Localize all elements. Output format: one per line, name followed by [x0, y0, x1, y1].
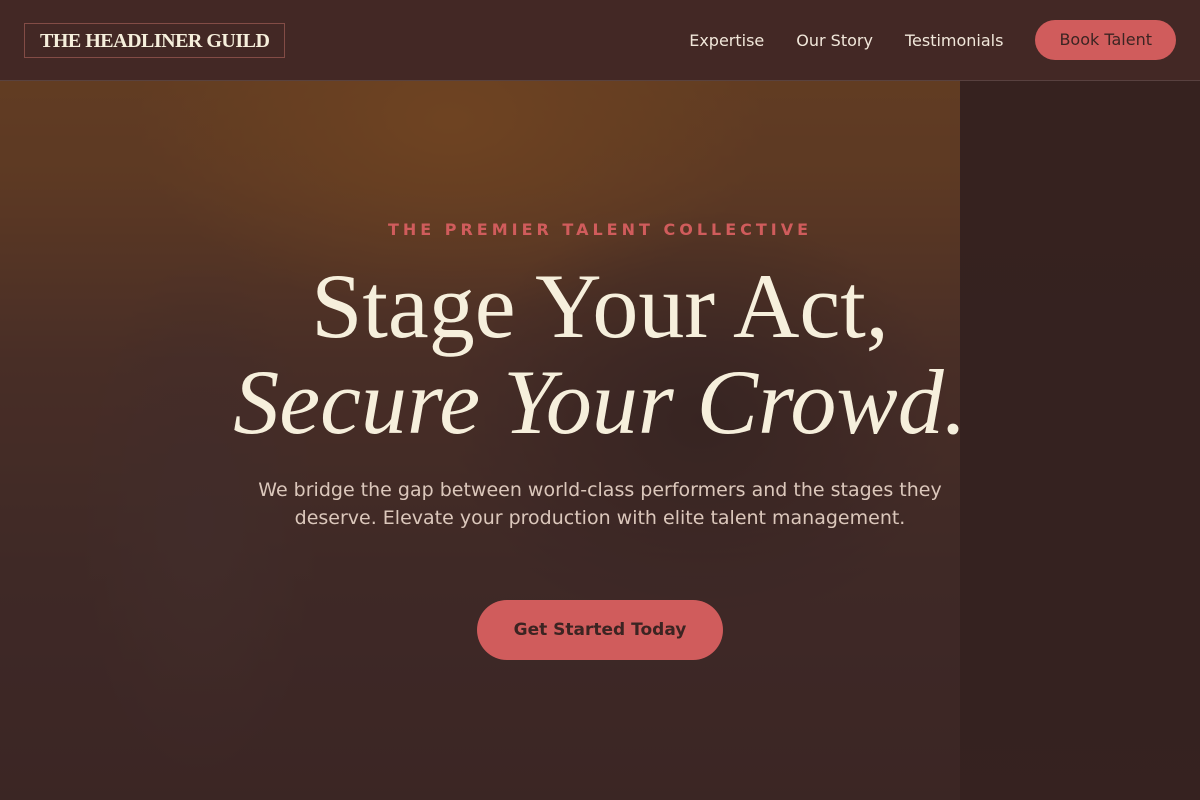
site-header: THE HEADLINER GUILD Expertise Our Story … — [0, 0, 1200, 81]
nav-link-expertise[interactable]: Expertise — [689, 31, 764, 50]
page: THE HEADLINER GUILD Expertise Our Story … — [0, 0, 1200, 800]
nav-link-testimonials[interactable]: Testimonials — [905, 31, 1004, 50]
nav-link-our-story[interactable]: Our Story — [796, 31, 873, 50]
hero-subtitle: We bridge the gap between world-class pe… — [258, 479, 942, 529]
hero-title: Stage Your Act, Secure Your Crowd. — [0, 260, 1200, 452]
logo[interactable]: THE HEADLINER GUILD — [24, 23, 286, 58]
book-talent-button[interactable]: Book Talent — [1035, 20, 1176, 60]
hero-section: THE PREMIER TALENT COLLECTIVE Stage Your… — [0, 80, 1200, 800]
hero-eyebrow: THE PREMIER TALENT COLLECTIVE — [387, 220, 813, 239]
hero-title-line-2: Secure Your Crowd. — [233, 351, 967, 453]
main-nav: Expertise Our Story Testimonials Book Ta… — [689, 20, 1176, 60]
hero-title-line-1: Stage Your Act, — [311, 255, 889, 357]
get-started-button[interactable]: Get Started Today — [477, 600, 723, 660]
